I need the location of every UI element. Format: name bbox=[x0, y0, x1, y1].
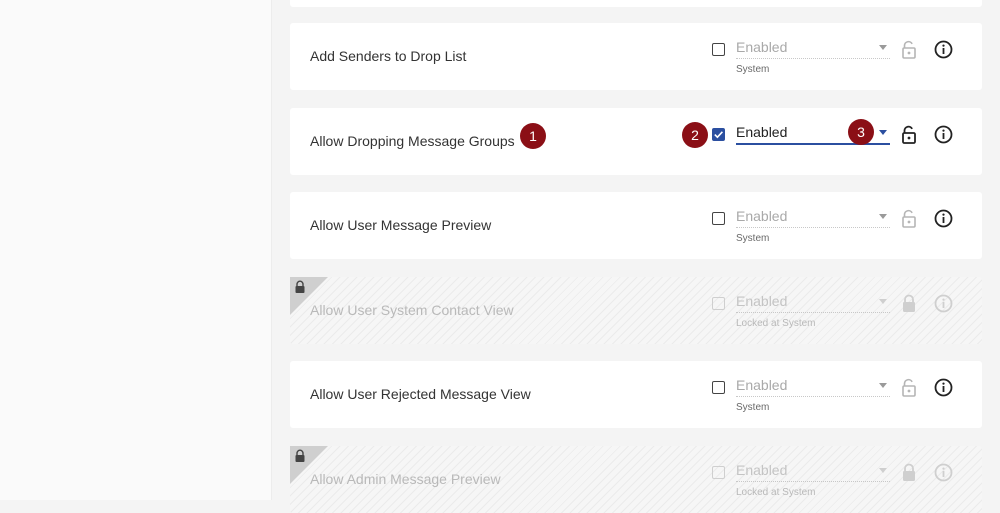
setting-checkbox[interactable] bbox=[712, 212, 725, 225]
info-icon bbox=[934, 294, 953, 313]
setting-value-select: Enabled bbox=[736, 291, 890, 313]
setting-label: Allow Admin Message Preview bbox=[310, 471, 501, 487]
setting-checkbox[interactable] bbox=[712, 381, 725, 394]
setting-value: Enabled bbox=[736, 124, 788, 140]
setting-checkbox[interactable] bbox=[712, 128, 725, 141]
setting-source: Locked at System bbox=[736, 318, 816, 329]
annotation-badge-1: 1 bbox=[520, 123, 546, 149]
caret-down-icon bbox=[879, 45, 887, 50]
setting-source: System bbox=[736, 64, 770, 75]
annotation-badge-2: 2 bbox=[682, 122, 708, 148]
setting-source: System bbox=[736, 233, 770, 244]
setting-row-allow-dropping-message-groups: Allow Dropping Message Groups Enabled 1 … bbox=[290, 108, 982, 175]
unlock-icon[interactable] bbox=[901, 125, 917, 144]
setting-row-allow-user-message-preview: Allow User Message Preview Enabled Syste… bbox=[290, 192, 982, 259]
setting-label: Allow User Rejected Message View bbox=[310, 386, 531, 402]
setting-value: Enabled bbox=[736, 39, 788, 55]
setting-checkbox bbox=[712, 466, 725, 479]
caret-down-icon bbox=[879, 383, 887, 388]
unlock-icon[interactable] bbox=[901, 40, 917, 59]
setting-value: Enabled bbox=[736, 377, 788, 393]
setting-checkbox bbox=[712, 297, 725, 310]
setting-source: System bbox=[736, 402, 770, 413]
setting-label: Allow Dropping Message Groups bbox=[310, 133, 515, 149]
settings-row-partial bbox=[290, 0, 982, 7]
caret-down-icon bbox=[879, 299, 887, 304]
setting-value: Enabled bbox=[736, 293, 788, 309]
setting-label: Allow User Message Preview bbox=[310, 217, 492, 233]
settings-list: Add Senders to Drop List Enabled System … bbox=[290, 0, 982, 513]
lock-icon bbox=[903, 294, 915, 312]
unlock-icon[interactable] bbox=[901, 378, 917, 397]
lock-icon bbox=[295, 449, 305, 462]
setting-value-select[interactable]: Enabled bbox=[736, 375, 890, 397]
setting-row-allow-user-rejected-message-view: Allow User Rejected Message View Enabled… bbox=[290, 361, 982, 428]
setting-value: Enabled bbox=[736, 462, 788, 478]
info-icon[interactable] bbox=[934, 40, 953, 59]
setting-value-select: Enabled bbox=[736, 460, 890, 482]
caret-down-icon bbox=[879, 130, 887, 135]
annotation-badge-3: 3 bbox=[848, 119, 874, 145]
left-sidebar bbox=[0, 0, 272, 500]
caret-down-icon bbox=[879, 214, 887, 219]
info-icon[interactable] bbox=[934, 378, 953, 397]
setting-value: Enabled bbox=[736, 208, 788, 224]
caret-down-icon bbox=[879, 468, 887, 473]
setting-row-add-senders-to-drop-list: Add Senders to Drop List Enabled System bbox=[290, 23, 982, 90]
setting-label: Allow User System Contact View bbox=[310, 302, 514, 318]
lock-icon bbox=[903, 463, 915, 481]
setting-source: Locked at System bbox=[736, 487, 816, 498]
info-icon[interactable] bbox=[934, 125, 953, 144]
setting-row-allow-admin-message-preview: Allow Admin Message Preview Enabled Lock… bbox=[290, 446, 982, 513]
info-icon[interactable] bbox=[934, 209, 953, 228]
setting-value-select[interactable]: Enabled bbox=[736, 206, 890, 228]
setting-checkbox[interactable] bbox=[712, 43, 725, 56]
setting-value-select[interactable]: Enabled bbox=[736, 37, 890, 59]
check-icon bbox=[714, 131, 723, 139]
info-icon bbox=[934, 463, 953, 482]
unlock-icon[interactable] bbox=[901, 209, 917, 228]
setting-row-allow-user-system-contact-view: Allow User System Contact View Enabled L… bbox=[290, 277, 982, 344]
setting-label: Add Senders to Drop List bbox=[310, 48, 467, 64]
lock-icon bbox=[295, 280, 305, 293]
